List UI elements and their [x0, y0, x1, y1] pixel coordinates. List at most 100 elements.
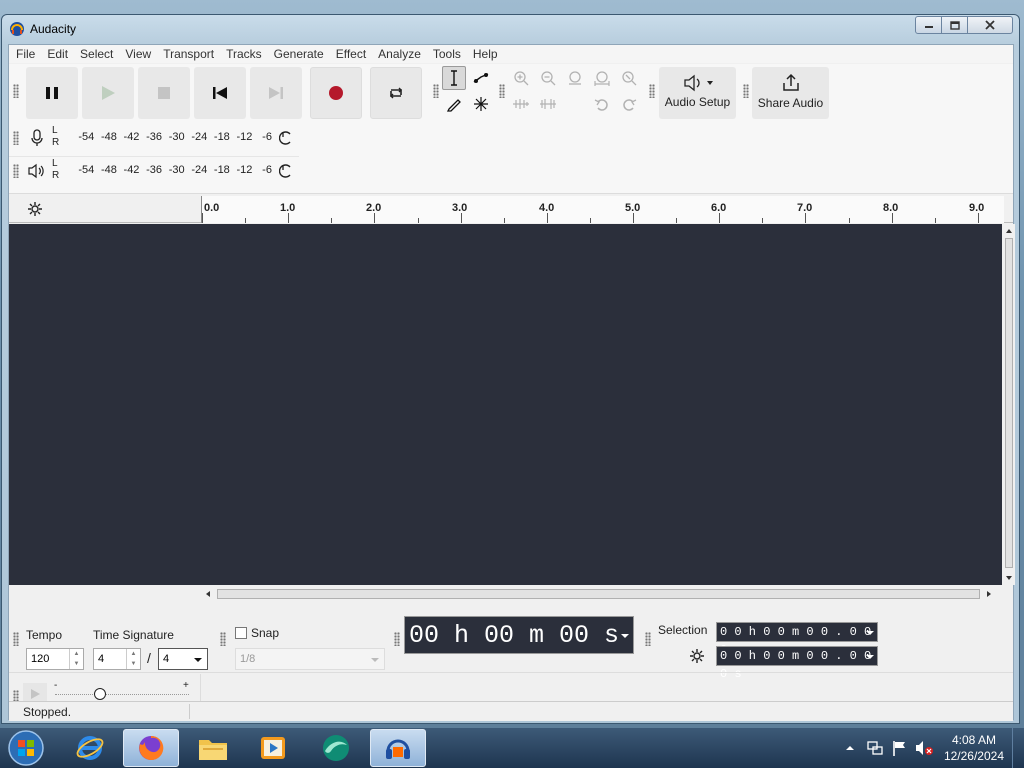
share-audio-toolbar-grip[interactable]: [743, 84, 749, 98]
skip-to-start-button[interactable]: [194, 67, 246, 119]
scroll-right-arrow-icon[interactable]: [984, 588, 994, 600]
vertical-scroll-thumb[interactable]: [1005, 238, 1013, 568]
selection-end-field[interactable]: 0 0 h 0 0 m 0 0 . 0 0 0 s: [716, 646, 878, 681]
vertical-scrollbar[interactable]: [1003, 224, 1015, 585]
taskbar-app-green[interactable]: [308, 729, 364, 767]
speaker-icon[interactable]: [28, 163, 46, 179]
close-button[interactable]: [967, 16, 1013, 34]
menu-tools[interactable]: Tools: [427, 45, 467, 63]
speed-slider-track[interactable]: [55, 694, 189, 695]
snap-select[interactable]: 1/8: [235, 648, 385, 670]
zoom-toggle-button[interactable]: [617, 66, 641, 90]
minimize-button[interactable]: [915, 16, 942, 34]
fit-project-icon: [594, 71, 610, 86]
playback-meter[interactable]: LR -54 -48 -42 -36 -30 -24 -18 -12 -6: [9, 156, 299, 184]
stop-button[interactable]: [138, 67, 190, 119]
undo-button[interactable]: [590, 92, 614, 116]
meter-tick: -36: [146, 164, 163, 176]
play-button[interactable]: [82, 67, 134, 119]
start-button[interactable]: [6, 729, 46, 767]
menu-generate[interactable]: Generate: [268, 45, 330, 63]
menu-tracks[interactable]: Tracks: [220, 45, 268, 63]
numerator-stepper-arrows[interactable]: ▲ ▼: [126, 649, 140, 669]
fit-project-button[interactable]: [590, 66, 614, 90]
silence-button[interactable]: [536, 92, 560, 116]
time-signature-denominator-select[interactable]: 4: [158, 648, 208, 670]
time-signature-toolbar-grip[interactable]: [13, 632, 19, 646]
audio-position-display[interactable]: 00 h 00 m 00 s: [404, 616, 634, 654]
envelope-tool[interactable]: [469, 66, 493, 90]
skip-to-end-button[interactable]: [250, 67, 302, 119]
audio-setup-button[interactable]: Audio Setup: [659, 67, 736, 119]
recording-meter[interactable]: LR -54 -48 -42 -36 -30 -24 -18 -12 -6: [9, 124, 299, 152]
network-icon[interactable]: [866, 739, 884, 757]
multi-tool[interactable]: [469, 92, 493, 116]
selection-start-field[interactable]: 0 0 h 0 0 m 0 0 . 0 0 0 s: [716, 622, 878, 657]
trim-button[interactable]: [509, 92, 533, 116]
scroll-left-arrow-icon[interactable]: [203, 588, 213, 600]
play-meter-grip[interactable]: [13, 164, 19, 178]
selection-toolbar-grip[interactable]: [645, 632, 651, 646]
horizontal-scroll-thumb[interactable]: [217, 589, 980, 599]
menu-select[interactable]: Select: [74, 45, 119, 63]
system-clock[interactable]: 4:08 AM 12/26/2024: [944, 732, 1004, 764]
taskbar-file-explorer[interactable]: [185, 729, 241, 767]
share-audio-button[interactable]: Share Audio: [752, 67, 829, 119]
menu-analyze[interactable]: Analyze: [372, 45, 427, 63]
menu-help[interactable]: Help: [467, 45, 504, 63]
pause-button[interactable]: [26, 67, 78, 119]
speed-slider-thumb[interactable]: [94, 688, 106, 700]
zoom-in-button[interactable]: [509, 66, 533, 90]
meter-settings-icon[interactable]: [279, 131, 293, 145]
draw-tool[interactable]: [442, 92, 466, 116]
volume-muted-icon[interactable]: [914, 739, 934, 757]
menu-transport[interactable]: Transport: [157, 45, 220, 63]
action-center-flag-icon[interactable]: [891, 739, 909, 757]
folder-icon: [199, 740, 227, 760]
selection-tool[interactable]: [442, 66, 466, 90]
redo-button[interactable]: [617, 92, 641, 116]
ruler-scale[interactable]: 0.0 1.0 2.0 3.0 4.0 5.0 6.0 7.0 8.0 9.0: [201, 196, 1004, 223]
show-hidden-icons-icon[interactable]: [845, 743, 855, 753]
microphone-icon[interactable]: [29, 129, 45, 147]
selection-settings-gear-icon[interactable]: [689, 648, 705, 664]
taskbar-audacity[interactable]: [370, 729, 426, 767]
timeline-ruler[interactable]: 0.0 1.0 2.0 3.0 4.0 5.0 6.0 7.0 8.0 9.0: [9, 196, 1013, 223]
meter-tick: -24: [191, 164, 208, 176]
time-toolbar-grip[interactable]: [394, 632, 400, 646]
menu-file[interactable]: File: [10, 45, 41, 63]
chevron-down-icon[interactable]: [865, 629, 875, 637]
fit-selection-button[interactable]: [563, 66, 587, 90]
transport-toolbar-grip[interactable]: [13, 84, 19, 98]
scroll-up-arrow-icon[interactable]: [1003, 226, 1015, 236]
record-meter-grip[interactable]: [13, 131, 19, 145]
menu-edit[interactable]: Edit: [41, 45, 74, 63]
edit-toolbar-grip[interactable]: [499, 84, 505, 98]
tempo-value: 120: [31, 653, 50, 665]
zoom-out-button[interactable]: [536, 66, 560, 90]
timeline-settings-gear-icon[interactable]: [27, 201, 43, 217]
show-desktop-button[interactable]: [1012, 728, 1024, 768]
tempo-stepper-arrows[interactable]: ▲ ▼: [69, 649, 83, 669]
snap-toolbar-grip[interactable]: [220, 632, 226, 646]
chevron-down-icon[interactable]: [865, 653, 875, 661]
horizontal-scrollbar[interactable]: [201, 587, 996, 601]
menu-view[interactable]: View: [119, 45, 157, 63]
track-panel[interactable]: [9, 224, 1002, 585]
title-bar[interactable]: Audacity: [2, 15, 1019, 43]
tempo-spinner[interactable]: 120 ▲ ▼: [26, 648, 84, 670]
menu-effect[interactable]: Effect: [330, 45, 372, 63]
chevron-down-icon[interactable]: [620, 632, 630, 640]
taskbar-firefox[interactable]: [123, 729, 179, 767]
time-signature-numerator[interactable]: 4 ▲ ▼: [93, 648, 141, 670]
loop-button[interactable]: [370, 67, 422, 119]
scroll-down-arrow-icon[interactable]: [1003, 573, 1015, 583]
tools-toolbar-grip[interactable]: [433, 84, 439, 98]
taskbar-media-player[interactable]: [245, 729, 301, 767]
record-button[interactable]: [310, 67, 362, 119]
meter-settings-icon[interactable]: [279, 164, 293, 178]
snap-checkbox[interactable]: [235, 627, 247, 639]
maximize-button[interactable]: [941, 16, 968, 34]
audio-setup-toolbar-grip[interactable]: [649, 84, 655, 98]
taskbar-internet-explorer[interactable]: [62, 729, 118, 767]
